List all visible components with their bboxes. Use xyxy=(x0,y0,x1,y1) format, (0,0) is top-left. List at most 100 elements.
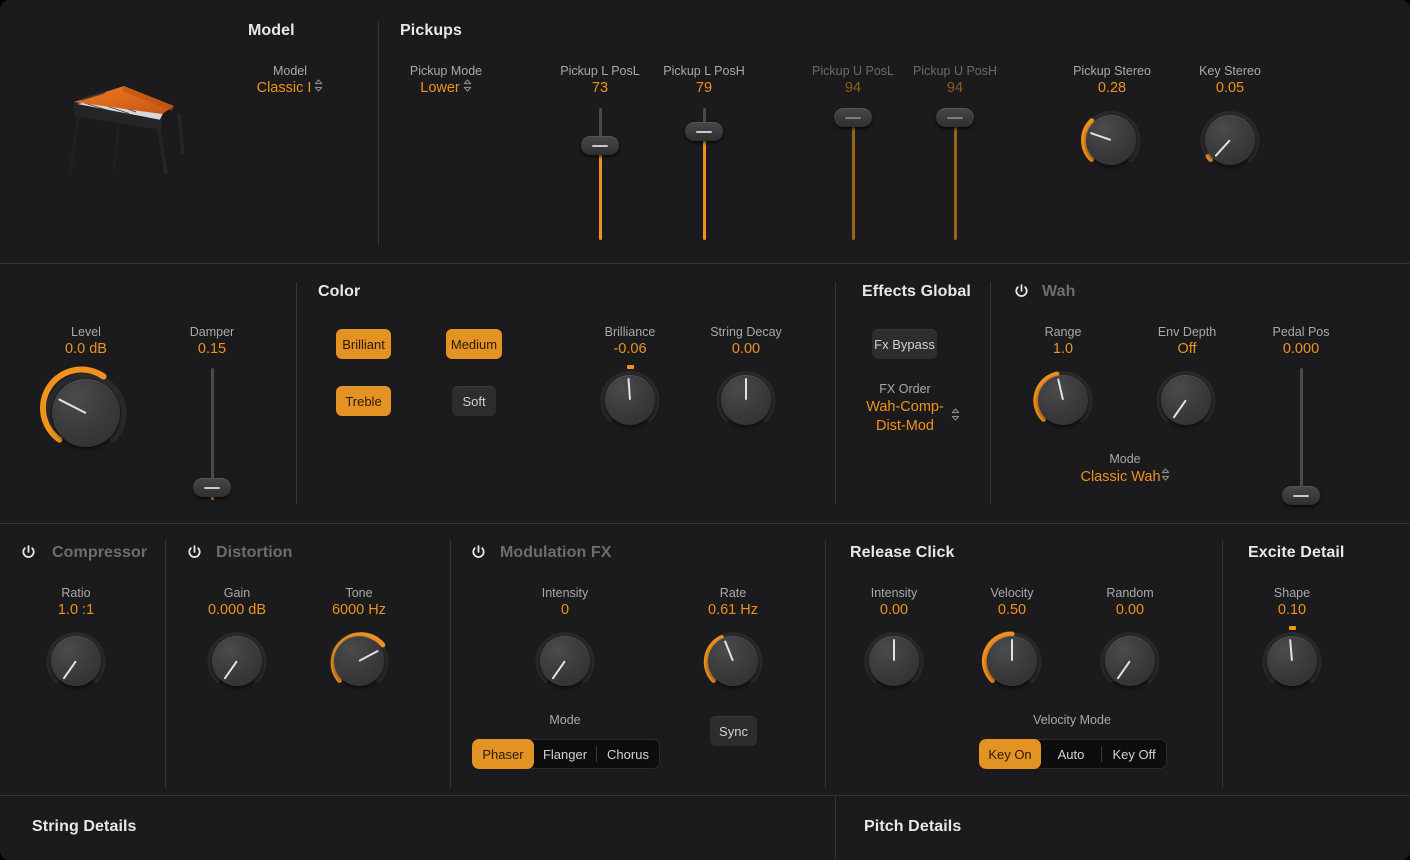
modfx-mode-chorus[interactable]: Chorus xyxy=(596,739,660,769)
velocity-mode-segmented[interactable]: Key On Auto Key Off xyxy=(979,739,1167,769)
wah-pedal-pos-slider[interactable] xyxy=(1282,368,1320,505)
section-title-pitch-details[interactable]: Pitch Details xyxy=(864,818,961,836)
wah-pedal-pos-readout: Pedal Pos 0.000 xyxy=(1241,325,1361,359)
section-title-string-details[interactable]: String Details xyxy=(32,818,137,836)
damper-label: Damper xyxy=(189,325,235,339)
distortion-tone-knob[interactable] xyxy=(325,627,393,695)
key-stereo-readout: Key Stereo 0.05 xyxy=(1170,64,1290,98)
chevron-updown-icon xyxy=(314,79,323,97)
color-button-treble[interactable]: Treble xyxy=(336,386,391,416)
modfx-mode-phaser-label: Phaser xyxy=(482,746,524,762)
color-button-brilliant-label: Brilliant xyxy=(342,336,385,352)
color-button-medium[interactable]: Medium xyxy=(446,329,502,359)
wah-mode-label: Mode xyxy=(1109,452,1141,466)
velocity-mode-key-off[interactable]: Key Off xyxy=(1101,739,1167,769)
fx-order-value-line2: Dist-Mod xyxy=(875,418,934,434)
wah-range-readout: Range 1.0 xyxy=(1003,325,1123,359)
model-popup[interactable]: Classic I xyxy=(230,79,350,98)
wah-power-icon[interactable] xyxy=(1013,283,1030,300)
pickup-stereo-knob[interactable] xyxy=(1077,106,1145,174)
releaseclick-random-knob[interactable] xyxy=(1096,627,1164,695)
pickup-u-posh-slider[interactable] xyxy=(936,108,974,240)
modfx-intensity-knob[interactable] xyxy=(531,627,599,695)
damper-slider[interactable] xyxy=(193,368,231,500)
level-knob[interactable] xyxy=(40,366,132,459)
divider-row2-row3 xyxy=(0,523,1410,524)
color-button-soft[interactable]: Soft xyxy=(452,386,496,416)
modfx-rate-label: Rate xyxy=(719,586,747,600)
distortion-gain-label: Gain xyxy=(223,586,251,600)
wah-pedal-pos-label: Pedal Pos xyxy=(1272,325,1330,339)
level-value: 0.0 dB xyxy=(65,341,107,357)
string-decay-value: 0.00 xyxy=(731,341,761,357)
pickup-u-posh-label: Pickup U PosH xyxy=(912,64,998,78)
compressor-ratio-knob[interactable] xyxy=(42,627,110,695)
plugin-window: Model Model Classic I Pickups Pickup Mod… xyxy=(0,0,1410,860)
modfx-mode-label: Mode xyxy=(549,713,581,727)
releaseclick-velocity-label: Velocity xyxy=(990,586,1034,600)
modfx-mode-flanger[interactable]: Flanger xyxy=(534,739,596,769)
modfx-intensity-label: Intensity xyxy=(541,586,589,600)
releaseclick-random-label: Random xyxy=(1106,586,1154,600)
velocity-mode-auto[interactable]: Auto xyxy=(1041,739,1101,769)
modfx-sync-button[interactable]: Sync xyxy=(710,716,757,746)
pickup-l-posh-readout: Pickup L PosH 79 xyxy=(645,64,763,98)
pickup-l-posh-value: 79 xyxy=(695,80,713,96)
key-stereo-knob[interactable] xyxy=(1196,106,1264,174)
level-readout: Level 0.0 dB xyxy=(26,325,146,359)
modfx-rate-knob[interactable] xyxy=(699,627,767,695)
model-label: Model xyxy=(272,64,308,78)
modfx-mode-phaser[interactable]: Phaser xyxy=(472,739,534,769)
compressor-ratio-value: 1.0 :1 xyxy=(57,602,95,618)
wah-mode-readout: Mode xyxy=(1065,452,1185,467)
compressor-power-icon[interactable] xyxy=(20,544,37,561)
modfx-mode-flanger-label: Flanger xyxy=(542,746,588,762)
wah-range-knob[interactable] xyxy=(1029,366,1097,434)
modulation-fx-power-icon[interactable] xyxy=(470,544,487,561)
distortion-gain-readout: Gain 0.000 dB xyxy=(177,586,297,620)
model-selector[interactable]: Model Classic I xyxy=(230,64,350,98)
wah-range-value: 1.0 xyxy=(1052,341,1074,357)
section-title-release-click: Release Click xyxy=(850,544,955,561)
distortion-gain-knob[interactable] xyxy=(203,627,271,695)
pickup-mode-popup[interactable]: Lower xyxy=(386,79,506,98)
pickup-mode-value: Lower xyxy=(420,80,460,97)
modfx-mode-segmented[interactable]: Phaser Flanger Chorus xyxy=(472,739,660,769)
modfx-mode-label-wrap: Mode xyxy=(505,713,625,728)
releaseclick-intensity-knob[interactable] xyxy=(860,627,928,695)
distortion-tone-label: Tone xyxy=(345,586,373,600)
pickup-u-posh-value: 94 xyxy=(946,80,964,96)
divider-string-pitch-details xyxy=(835,796,836,860)
releaseclick-velocity-knob[interactable] xyxy=(978,627,1046,695)
modfx-rate-value: 0.61 Hz xyxy=(708,602,758,618)
wah-pedal-pos-value: 0.000 xyxy=(1282,341,1320,357)
section-title-compressor: Compressor xyxy=(52,544,148,561)
pickup-mode-selector[interactable]: Pickup Mode Lower xyxy=(386,64,506,98)
excite-shape-knob[interactable] xyxy=(1258,626,1326,695)
color-button-brilliant[interactable]: Brilliant xyxy=(336,329,391,359)
releaseclick-velocity-value: 0.50 xyxy=(997,602,1027,618)
distortion-power-icon[interactable] xyxy=(186,544,203,561)
wah-env-depth-knob[interactable] xyxy=(1152,366,1220,434)
fx-bypass-button[interactable]: Fx Bypass xyxy=(872,329,937,359)
distortion-tone-readout: Tone 6000 Hz xyxy=(299,586,419,620)
modfx-mode-chorus-label: Chorus xyxy=(607,746,649,762)
chevron-updown-icon xyxy=(1161,468,1170,485)
pickup-mode-label: Pickup Mode xyxy=(409,64,483,78)
pickup-l-posl-slider[interactable] xyxy=(581,108,619,240)
damper-readout: Damper 0.15 xyxy=(152,325,272,359)
pickup-l-posh-slider[interactable] xyxy=(685,108,723,240)
wah-mode-popup[interactable]: Classic Wah xyxy=(1055,468,1195,486)
model-value: Classic I xyxy=(256,80,312,97)
string-decay-knob[interactable] xyxy=(712,366,780,434)
wah-range-label: Range xyxy=(1044,325,1082,339)
divider-row1-row2 xyxy=(0,263,1410,264)
brilliance-knob[interactable] xyxy=(596,365,664,434)
section-title-excite-detail: Excite Detail xyxy=(1248,544,1345,561)
velocity-mode-key-on[interactable]: Key On xyxy=(979,739,1041,769)
wah-env-depth-label: Env Depth xyxy=(1157,325,1217,339)
fx-order-popup[interactable]: Wah-Comp- Dist-Mod xyxy=(845,398,965,436)
pickup-l-posl-label: Pickup L PosL xyxy=(560,64,640,78)
pickup-u-posl-slider[interactable] xyxy=(834,108,872,240)
section-title-pickups: Pickups xyxy=(400,22,463,39)
